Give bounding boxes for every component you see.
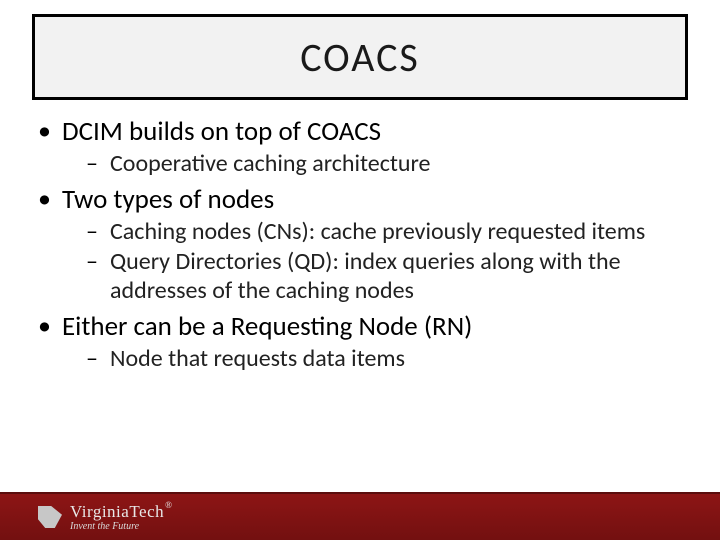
vt-logo-text: VirginiaTech® Invent the Future	[70, 503, 171, 532]
bullet-item: Two types of nodes Caching nodes (CNs): …	[34, 184, 686, 305]
registered-mark: ®	[165, 500, 172, 510]
sub-bullet-text: Cooperative caching architecture	[110, 149, 430, 178]
sub-bullet-item: Caching nodes (CNs): cache previously re…	[62, 218, 686, 246]
bullet-text: DCIM builds on top of COACS	[62, 115, 381, 148]
sub-bullet-item: Cooperative caching architecture	[62, 150, 686, 178]
sub-bullet-text: Caching nodes (CNs): cache previously re…	[110, 217, 645, 246]
sub-bullet-list: Cooperative caching architecture	[62, 150, 686, 178]
sub-bullet-list: Node that requests data items	[62, 345, 686, 373]
vt-logo-icon	[38, 506, 62, 528]
slide-footer: VirginiaTech® Invent the Future	[0, 492, 720, 540]
bullet-list: DCIM builds on top of COACS Cooperative …	[34, 116, 686, 373]
sub-bullet-list: Caching nodes (CNs): cache previously re…	[62, 218, 686, 305]
vt-brand-name: VirginiaTech®	[70, 503, 171, 520]
bullet-item: DCIM builds on top of COACS Cooperative …	[34, 116, 686, 178]
bullet-text: Either can be a Requesting Node (RN)	[62, 310, 472, 343]
slide: COACS DCIM builds on top of COACS Cooper…	[0, 0, 720, 540]
slide-title: COACS	[300, 33, 420, 82]
vt-logo: VirginiaTech® Invent the Future	[38, 503, 171, 532]
bullet-item: Either can be a Requesting Node (RN) Nod…	[34, 311, 686, 373]
vt-brand-label: VirginiaTech	[70, 502, 164, 521]
sub-bullet-text: Query Directories (QD): index queries al…	[110, 247, 621, 304]
bullet-text: Two types of nodes	[62, 183, 274, 216]
slide-content: DCIM builds on top of COACS Cooperative …	[34, 110, 686, 379]
vt-tagline: Invent the Future	[70, 522, 171, 532]
sub-bullet-item: Query Directories (QD): index queries al…	[62, 248, 686, 305]
sub-bullet-text: Node that requests data items	[110, 344, 405, 373]
sub-bullet-item: Node that requests data items	[62, 345, 686, 373]
slide-title-box: COACS	[32, 14, 688, 100]
